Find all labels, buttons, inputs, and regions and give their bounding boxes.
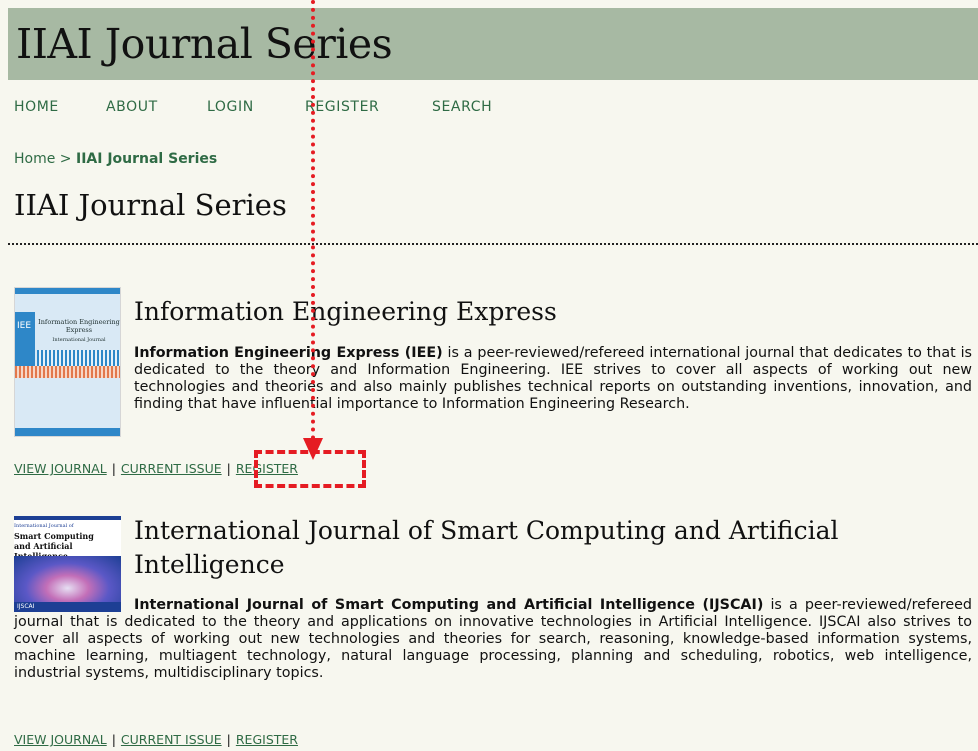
breadcrumb-separator: > (59, 151, 72, 167)
nav-home[interactable]: HOME (14, 99, 59, 115)
page-title: IIAI Journal Series (14, 188, 287, 222)
cover-art (14, 556, 121, 602)
nav-about[interactable]: ABOUT (106, 99, 158, 115)
iee-cover-image[interactable]: IEE Information Engineering Express Inte… (14, 287, 121, 437)
journal-title-iee[interactable]: Information Engineering Express (134, 295, 557, 329)
nav-register[interactable]: REGISTER (305, 99, 379, 115)
journal-title-ijscai[interactable]: International Journal of Smart Computing… (134, 514, 934, 582)
cover-blue-stripes (37, 350, 120, 366)
journal-description-iee: Information Engineering Express (IEE) is… (134, 345, 972, 412)
breadcrumb-home[interactable]: Home (14, 151, 55, 167)
site-title[interactable]: IIAI Journal Series (16, 20, 393, 68)
annotation-highlight-box (254, 450, 366, 488)
view-journal-link[interactable]: VIEW JOURNAL (14, 461, 107, 476)
cover-abbr: IEE (17, 321, 32, 331)
current-issue-link[interactable]: CURRENT ISSUE (121, 461, 222, 476)
cover-bottom-band (15, 428, 120, 436)
nav-login[interactable]: LOGIN (207, 99, 254, 115)
title-divider (8, 243, 978, 245)
view-journal-link[interactable]: VIEW JOURNAL (14, 732, 107, 747)
cover-orange-stripes (15, 366, 120, 378)
annotation-arrow-line (311, 0, 315, 440)
site-header: IIAI Journal Series (8, 8, 978, 80)
register-link[interactable]: REGISTER (236, 732, 298, 747)
cover-top-band (14, 516, 121, 520)
cover-title: Information Engineering Express Internat… (38, 318, 120, 343)
cover-label: International Journal of (14, 523, 74, 529)
breadcrumb-current[interactable]: IIAI Journal Series (76, 151, 217, 167)
current-issue-link[interactable]: CURRENT ISSUE (121, 732, 222, 747)
journal-links-ijscai: VIEW JOURNAL | CURRENT ISSUE | REGISTER (14, 732, 298, 747)
journal-description-ijscai: International Journal of Smart Computing… (14, 597, 972, 681)
nav-search[interactable]: SEARCH (432, 99, 492, 115)
breadcrumb: Home > IIAI Journal Series (14, 151, 217, 167)
